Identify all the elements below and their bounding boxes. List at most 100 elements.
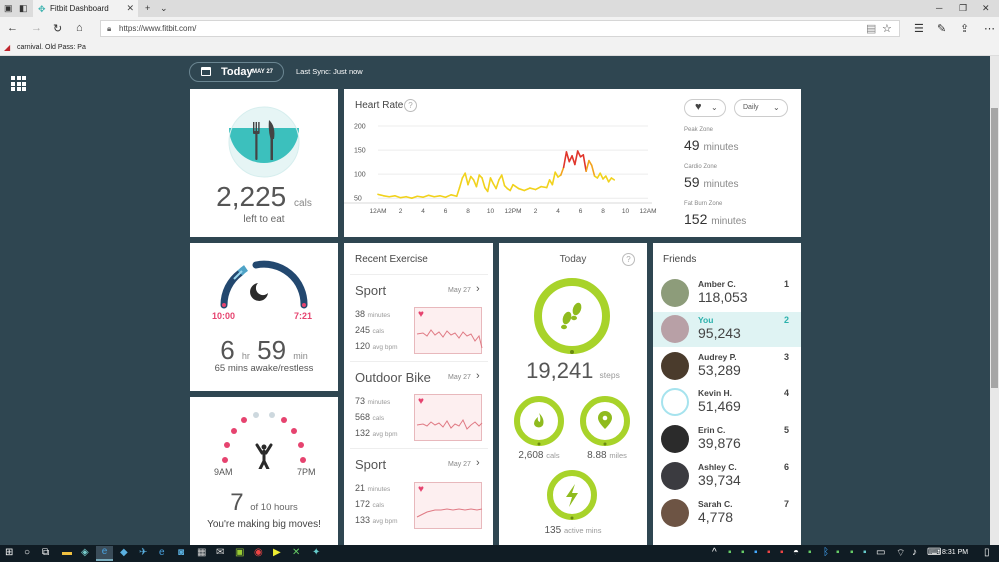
- y-tick-label: 100: [354, 172, 366, 179]
- app-icon[interactable]: ▦: [197, 547, 206, 558]
- browser-tab[interactable]: ✥ Fitbit Dashboard ✕: [33, 0, 138, 17]
- steps-value: 19,241: [526, 358, 594, 383]
- exercise-name[interactable]: Outdoor Bike: [355, 370, 431, 385]
- active-minutes-unit: active mins: [563, 526, 602, 535]
- calories-ring-icon[interactable]: [513, 395, 565, 447]
- chevron-right-icon[interactable]: ›: [476, 457, 480, 469]
- heart-help-icon[interactable]: ?: [404, 99, 417, 112]
- mail-icon[interactable]: ✉: [216, 547, 224, 558]
- friend-row-you[interactable]: You 95,243 2: [653, 312, 801, 347]
- tray-icon[interactable]: ▪: [780, 547, 784, 558]
- scrollbar-thumb[interactable]: [991, 108, 998, 388]
- tab-list-chevron-icon[interactable]: ⌄: [160, 3, 168, 14]
- friend-row[interactable]: Erin C. 39,876 5: [653, 422, 801, 457]
- tab-actions-icon[interactable]: ▣: [4, 3, 13, 14]
- clock[interactable]: 8:31 PM: [942, 549, 968, 556]
- url-input[interactable]: 🔒︎ https://www.fitbit.com/: [100, 20, 900, 37]
- app-icon[interactable]: ◙: [178, 547, 184, 558]
- share-icon[interactable]: ⇪: [960, 22, 969, 35]
- task-view-icon[interactable]: ⧉: [42, 547, 49, 558]
- page-scrollbar[interactable]: [990, 56, 999, 545]
- tray-icon[interactable]: ▪: [850, 547, 854, 558]
- maximize-icon[interactable]: ❐: [959, 3, 967, 14]
- tray-chevron-icon[interactable]: ^: [712, 547, 717, 558]
- food-card[interactable]: 2,225 cals left to eat: [190, 89, 338, 237]
- tray-icon[interactable]: ▪: [836, 547, 840, 558]
- new-tab-icon[interactable]: +: [145, 3, 150, 13]
- chevron-right-icon[interactable]: ›: [476, 370, 480, 382]
- start-icon[interactable]: ⊞: [5, 547, 13, 558]
- back-icon[interactable]: ←: [7, 22, 18, 34]
- favorite-link[interactable]: carnival. Old Pass: Pa: [17, 44, 86, 51]
- minimize-icon[interactable]: ─: [936, 3, 942, 13]
- heart-rate-point: [455, 186, 461, 198]
- x-tick-label: 6: [444, 208, 448, 213]
- tray-icon[interactable]: ▪: [754, 547, 758, 558]
- friend-row[interactable]: Ashley C. 39,734 6: [653, 459, 801, 494]
- calories-unit: cals: [294, 198, 312, 209]
- bluetooth-icon[interactable]: ᛒ: [823, 547, 829, 558]
- exercise-name[interactable]: Sport: [355, 283, 386, 298]
- app-icon[interactable]: ✦: [312, 547, 320, 558]
- search-icon[interactable]: ○: [24, 547, 30, 558]
- home-icon[interactable]: ⌂: [76, 22, 83, 34]
- web-note-icon[interactable]: ✎: [937, 22, 946, 35]
- tray-icon[interactable]: ▪: [741, 547, 745, 558]
- steps-ring-icon[interactable]: [532, 276, 612, 356]
- sleep-hours-unit: hr: [241, 351, 250, 361]
- close-tab-icon[interactable]: ✕: [126, 3, 134, 14]
- notifications-icon[interactable]: ▯: [984, 547, 990, 558]
- windows-taskbar: ⊞ ○ ⧉ ▬ ◈ e ◆ ✈ e ◙ ▦ ✉ ▣ ◉ ▶ ✕ ✦ ^ ▪ ▪ …: [0, 545, 999, 562]
- friend-row[interactable]: Audrey P. 53,289 3: [653, 349, 801, 384]
- app-icon[interactable]: ▣: [235, 547, 244, 558]
- favorites-hub-icon[interactable]: ☰: [914, 22, 924, 35]
- exercise-name[interactable]: Sport: [355, 457, 386, 472]
- tray-icon[interactable]: ▪: [767, 547, 771, 558]
- tab-aside-icon[interactable]: ◧: [19, 3, 28, 14]
- tray-icon[interactable]: ▪: [728, 547, 732, 558]
- tray-icon[interactable]: ▪: [863, 547, 867, 558]
- friend-row[interactable]: Kevin H. 51,469 4: [653, 385, 801, 420]
- heart-rate-point: [481, 177, 486, 189]
- chrome-icon[interactable]: ◉: [254, 547, 263, 558]
- heart-rate-point: [534, 185, 542, 191]
- hourly-activity-card[interactable]: 9AM 7PM 7 of 10 hours You're making big …: [190, 397, 338, 545]
- apps-grid-icon[interactable]: [11, 76, 26, 91]
- forward-icon[interactable]: →: [31, 22, 42, 34]
- tray-icon[interactable]: ◓: [793, 547, 799, 558]
- today-label: Today: [221, 66, 253, 78]
- more-icon[interactable]: ⋯: [984, 22, 995, 35]
- app-icon[interactable]: ✕: [292, 547, 300, 558]
- tray-icon[interactable]: ▭: [876, 547, 885, 558]
- x-tick-label: 10: [487, 208, 495, 213]
- tray-icon[interactable]: ▪: [808, 547, 812, 558]
- reading-view-icon[interactable]: ▤: [866, 22, 876, 35]
- friend-row[interactable]: Sarah C. 4,778 7: [653, 496, 801, 531]
- ie-icon[interactable]: e: [159, 547, 165, 558]
- active-minutes-ring-icon[interactable]: [546, 469, 598, 521]
- heart-filter-dropdown[interactable]: ♥ ⌄: [684, 99, 726, 117]
- volume-icon[interactable]: ♪: [912, 547, 917, 558]
- date-picker[interactable]: Today MAY 27: [189, 62, 284, 82]
- app-icon[interactable]: ✈: [139, 547, 147, 558]
- distance-ring-icon[interactable]: [579, 395, 631, 447]
- friend-row[interactable]: Amber C. 118,053 1: [653, 276, 801, 311]
- friend-name: You: [698, 315, 714, 325]
- heart-rate-point: [382, 194, 391, 198]
- file-explorer-icon[interactable]: ▬: [62, 547, 72, 558]
- refresh-icon[interactable]: ↻: [53, 22, 62, 35]
- app-icon[interactable]: ◈: [81, 547, 89, 558]
- app-icon[interactable]: ▶: [273, 547, 281, 558]
- favorite-star-icon[interactable]: ☆: [882, 22, 892, 35]
- app-icon[interactable]: ◆: [120, 547, 128, 558]
- last-sync: Last Sync: Just now: [296, 67, 363, 76]
- edge-browser-icon[interactable]: e: [96, 546, 113, 561]
- wifi-icon[interactable]: ⌔: [896, 547, 905, 560]
- divider: [350, 361, 488, 362]
- close-window-icon[interactable]: ✕: [982, 3, 990, 14]
- period-dropdown[interactable]: Daily ⌄: [734, 99, 788, 117]
- chevron-right-icon[interactable]: ›: [476, 283, 480, 295]
- today-help-icon[interactable]: ?: [622, 253, 635, 266]
- keyboard-icon[interactable]: ⌨: [927, 547, 941, 558]
- sleep-card[interactable]: 10:00 7:21 6 hr 59 min 65 mins awake/res…: [190, 243, 338, 391]
